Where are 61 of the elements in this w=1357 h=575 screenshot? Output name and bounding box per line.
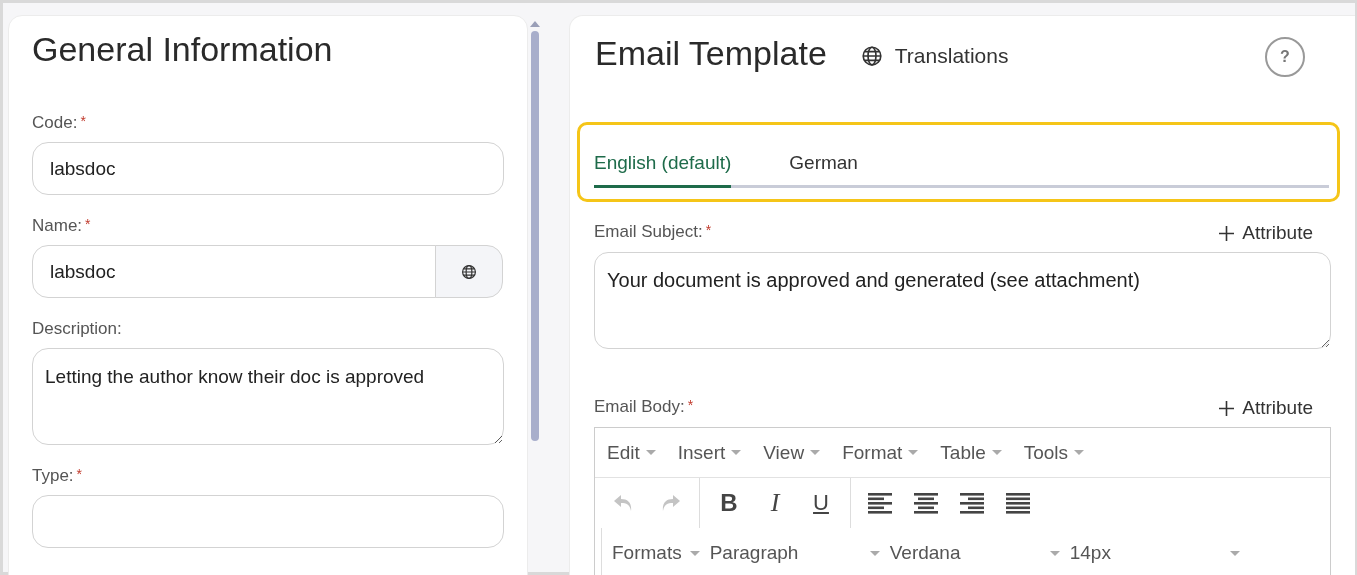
select-label: Paragraph bbox=[709, 542, 799, 564]
menu-item[interactable]: Edit bbox=[607, 441, 656, 464]
translations-button[interactable]: Translations bbox=[860, 40, 1009, 72]
globe-icon bbox=[461, 263, 477, 280]
add-attribute-button[interactable]: Attribute bbox=[1219, 222, 1331, 244]
caret-icon bbox=[908, 450, 919, 455]
caret-icon bbox=[689, 550, 700, 556]
menu-item[interactable]: Insert bbox=[677, 441, 742, 464]
panel-title: General Information bbox=[32, 30, 333, 69]
dropdown-select[interactable]: 14px bbox=[1059, 542, 1240, 564]
text-field[interactable]: labsdoc bbox=[32, 142, 504, 195]
underline-button[interactable]: U bbox=[800, 485, 842, 521]
select-label: Verdana bbox=[889, 542, 961, 564]
required-mark: * bbox=[80, 113, 86, 129]
help-button[interactable]: ? bbox=[1265, 37, 1305, 77]
caret-icon bbox=[1229, 550, 1240, 556]
dropdown-select[interactable]: Verdana bbox=[879, 542, 1060, 564]
select-label: Formats bbox=[612, 542, 682, 564]
menu-item[interactable]: Tools bbox=[1023, 441, 1085, 464]
caret-icon bbox=[731, 450, 742, 455]
field-label: Email Body: bbox=[594, 397, 685, 417]
caret-icon bbox=[1049, 550, 1060, 556]
language-tab[interactable]: English (default) bbox=[594, 141, 732, 188]
formats-menu[interactable]: Formats bbox=[602, 542, 700, 564]
required-mark: * bbox=[705, 222, 712, 238]
menu-item[interactable]: View bbox=[763, 441, 821, 464]
panel-title: Email Template bbox=[595, 33, 827, 73]
required-mark: * bbox=[687, 397, 694, 413]
caret-icon bbox=[645, 450, 656, 455]
justify-icon bbox=[1006, 492, 1030, 514]
globe-icon bbox=[860, 45, 883, 67]
italic-button[interactable]: I bbox=[754, 485, 796, 521]
field-label: Name: bbox=[32, 216, 83, 236]
caret-icon bbox=[991, 450, 1002, 455]
text-field[interactable]: labsdoc bbox=[32, 245, 436, 298]
field-label: Code: bbox=[32, 113, 78, 133]
align-center-icon bbox=[914, 492, 938, 514]
add-attribute-button[interactable]: Attribute bbox=[1219, 397, 1331, 419]
bold-button[interactable]: B bbox=[708, 485, 750, 521]
align-right-icon bbox=[960, 492, 984, 514]
dropdown-select[interactable]: Paragraph bbox=[699, 542, 880, 564]
subject-text-area[interactable]: Your document is approved and generated (see attachment) bbox=[594, 252, 1331, 349]
menu-item[interactable]: Format bbox=[842, 441, 919, 464]
text-area[interactable]: Letting the author know their doc is approved bbox=[32, 348, 504, 445]
translate-button[interactable] bbox=[435, 245, 503, 298]
plus-icon bbox=[1219, 400, 1235, 416]
select-label: 14px bbox=[1069, 542, 1111, 564]
field-label: Type: bbox=[32, 466, 74, 486]
menu-item[interactable]: Table bbox=[940, 441, 1002, 464]
caret-icon bbox=[810, 450, 821, 455]
required-mark: * bbox=[85, 216, 91, 232]
language-tab[interactable]: German bbox=[789, 141, 858, 188]
required-mark: * bbox=[76, 466, 83, 482]
select-field[interactable] bbox=[32, 495, 504, 548]
scrollbar-thumb[interactable] bbox=[531, 31, 539, 441]
caret-icon bbox=[1074, 450, 1085, 455]
plus-icon bbox=[1219, 225, 1235, 241]
align-left-icon bbox=[868, 492, 892, 514]
field-label: Email Subject: bbox=[594, 222, 703, 242]
field-label: Description: bbox=[32, 319, 122, 339]
caret-icon bbox=[869, 550, 880, 556]
